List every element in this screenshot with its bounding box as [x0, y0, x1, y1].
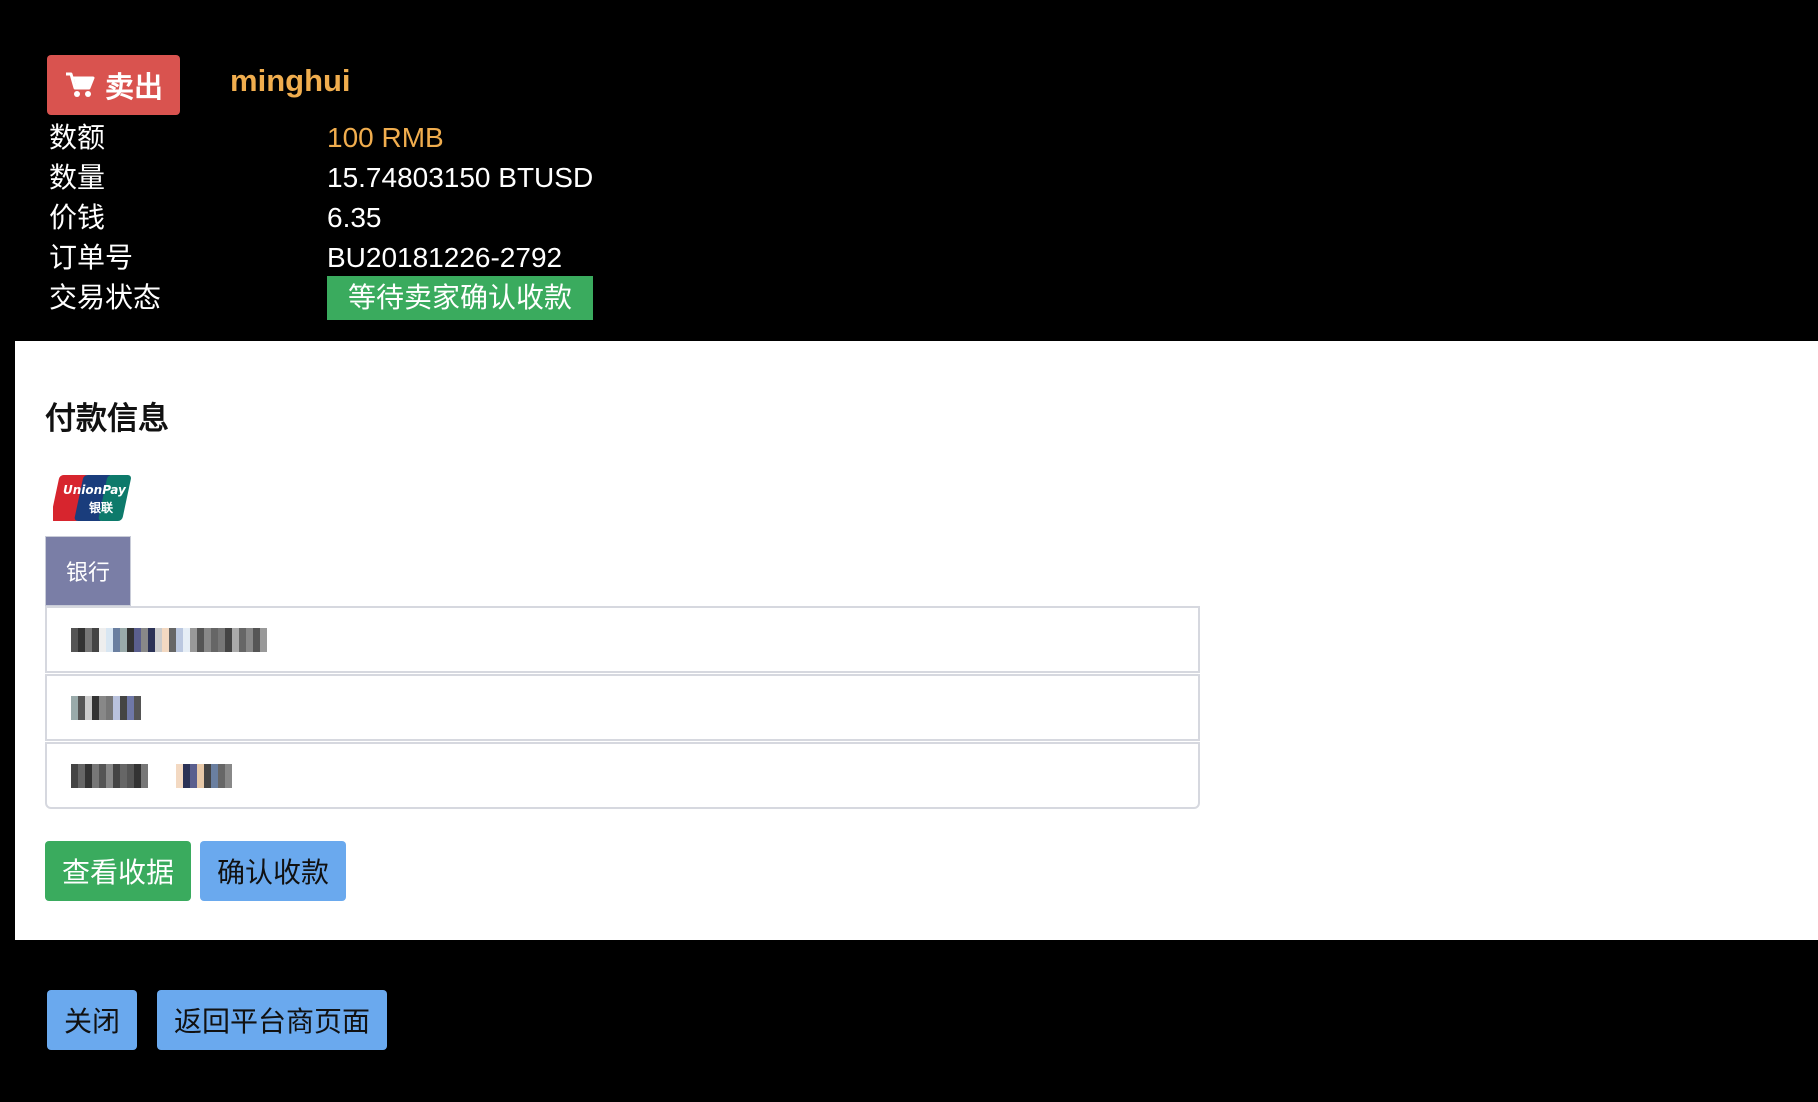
amount-label: 数额: [49, 122, 106, 153]
view-receipt-button[interactable]: 查看收据: [45, 841, 191, 901]
trade-detail-page: 卖出 minghui 数额 100 RMB 数量 15.74803150 BTU…: [0, 0, 1818, 1102]
payment-info-title: 付款信息: [45, 401, 169, 436]
amount-row: 数额 100 RMB: [49, 118, 649, 158]
return-merchant-button[interactable]: 返回平台商页面: [157, 990, 387, 1050]
order-number-value: BU20181226-2792: [327, 242, 563, 273]
amount-value: 100 RMB: [327, 122, 444, 153]
username: minghui: [230, 63, 351, 98]
quantity-value: 15.74803150 BTUSD: [327, 162, 594, 193]
redacted-bank-branch: [71, 764, 232, 788]
quantity-label: 数量: [49, 162, 106, 193]
bank-branch-field: [45, 742, 1200, 809]
unionpay-logo: UnionPay 银联: [53, 475, 131, 521]
svg-text:UnionPay: UnionPay: [63, 483, 127, 497]
payment-info-panel: 付款信息 UnionPay 银联 银行 查看收据 确认收款: [15, 341, 1818, 940]
price-value: 6.35: [327, 202, 382, 233]
quantity-row: 数量 15.74803150 BTUSD: [49, 158, 649, 198]
status-badge: 等待卖家确认收款: [327, 276, 594, 320]
sell-badge: 卖出: [47, 55, 181, 115]
order-number-label: 订单号: [49, 242, 134, 273]
close-button[interactable]: 关闭: [47, 990, 137, 1050]
order-header: 卖出 minghui: [47, 55, 351, 115]
trade-status-label: 交易状态: [49, 282, 162, 313]
account-holder-field: [45, 674, 1200, 741]
bank-tab[interactable]: 银行: [45, 536, 131, 606]
redacted-account-number: [71, 628, 267, 652]
sell-badge-label: 卖出: [105, 72, 164, 104]
order-number-row: 订单号 BU20181226-2792: [49, 238, 649, 278]
trade-status-row: 交易状态 等待卖家确认收款: [49, 276, 649, 320]
redacted-account-holder: [71, 696, 141, 720]
cart-icon: [66, 72, 95, 97]
price-label: 价钱: [49, 202, 106, 233]
svg-text:银联: 银联: [89, 500, 113, 515]
confirm-payment-button[interactable]: 确认收款: [200, 841, 346, 901]
price-row: 价钱 6.35: [49, 198, 649, 238]
account-number-field: [45, 606, 1200, 673]
